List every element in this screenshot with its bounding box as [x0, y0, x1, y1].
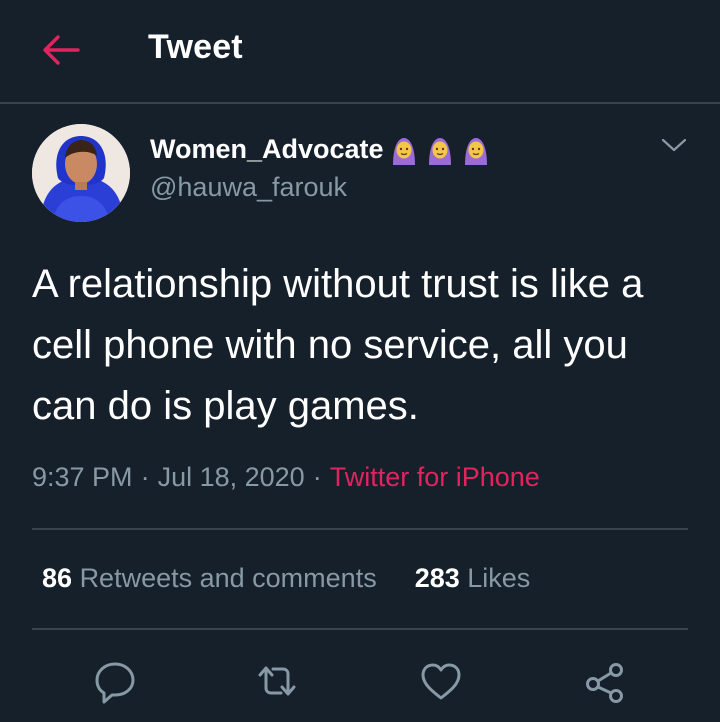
header: Tweet [0, 0, 720, 104]
divider [32, 528, 688, 530]
header-divider [0, 102, 720, 104]
share-button[interactable] [582, 658, 628, 704]
avatar-image [32, 124, 130, 222]
reply-icon [95, 662, 135, 704]
tweet-source-link[interactable]: Twitter for iPhone [330, 462, 540, 492]
likes-label: Likes [467, 563, 531, 593]
meta-separator: · [140, 462, 150, 492]
action-bar [0, 650, 720, 710]
heart-icon [421, 663, 461, 700]
retweet-button[interactable] [254, 658, 300, 704]
user-handle[interactable]: @hauwa_farouk [150, 172, 347, 203]
retweets-label: Retweets and comments [79, 563, 377, 593]
divider [32, 628, 688, 630]
tweet-time: 9:37 PM [32, 462, 133, 492]
meta-separator: · [312, 462, 322, 492]
woman-with-headscarf-icon [428, 137, 451, 165]
woman-with-headscarf-icon [392, 137, 415, 165]
likes-stat[interactable]: 283 Likes [415, 563, 531, 594]
chevron-down-icon [661, 138, 687, 152]
tweet-meta: 9:37 PM · Jul 18, 2020 · Twitter for iPhone [32, 462, 540, 493]
user-display-name[interactable]: Women_Advocate [150, 134, 490, 165]
like-button[interactable] [418, 658, 464, 704]
likes-count: 283 [414, 563, 460, 593]
page-title: Tweet [148, 28, 243, 66]
retweets-stat[interactable]: 86 Retweets and comments [42, 563, 377, 594]
retweet-icon [258, 666, 296, 696]
avatar[interactable] [32, 124, 130, 222]
tweet-text: A relationship without trust is like a c… [32, 262, 644, 428]
back-arrow-icon [43, 35, 80, 65]
reply-button[interactable] [92, 658, 138, 704]
woman-with-headscarf-icon [464, 137, 487, 165]
back-button[interactable] [38, 30, 82, 70]
tweet-date: Jul 18, 2020 [157, 462, 305, 492]
name-emoji-group [390, 135, 490, 165]
tweet-stats: 86 Retweets and comments 283 Likes [42, 563, 530, 594]
user-name-text: Women_Advocate [150, 134, 384, 164]
retweets-count: 86 [42, 563, 73, 593]
more-options-button[interactable] [660, 134, 688, 156]
share-icon [586, 663, 623, 703]
